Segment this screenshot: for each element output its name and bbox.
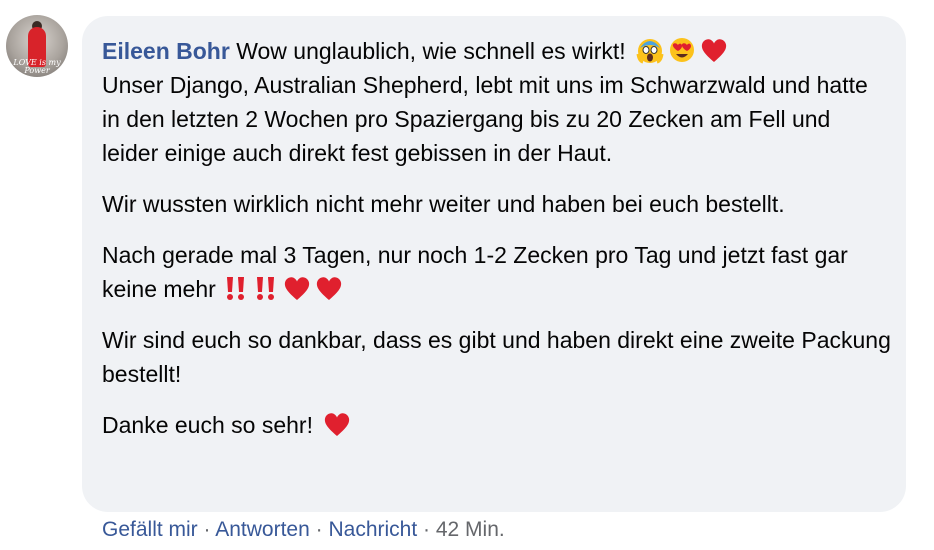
like-link[interactable]: Gefällt mir bbox=[102, 518, 198, 541]
red-heart-icon bbox=[700, 36, 728, 64]
double-exclamation-icon bbox=[223, 274, 249, 302]
red-heart-icon bbox=[283, 274, 311, 302]
avatar[interactable]: LOVE is my Power bbox=[6, 15, 68, 77]
separator: · bbox=[423, 518, 431, 541]
comment-line-1: Eileen Bohr Wow unglaublich, wie schnell… bbox=[102, 34, 892, 68]
avatar-caption: LOVE is my Power bbox=[13, 58, 61, 75]
comment-paragraph-1: Unser Django, Australian Shepherd, lebt … bbox=[102, 72, 868, 166]
comment-paragraph-4: Wir sind euch so dankbar, dass es gibt u… bbox=[102, 327, 891, 387]
comment-first-line-text: Wow unglaublich, wie schnell es wirkt! bbox=[236, 38, 626, 64]
face-screaming-icon bbox=[636, 36, 664, 64]
double-exclamation-icon bbox=[253, 274, 279, 302]
reply-link[interactable]: Antworten bbox=[215, 518, 310, 541]
heart-eyes-icon bbox=[668, 36, 696, 64]
comment-author[interactable]: Eileen Bohr bbox=[102, 38, 230, 64]
comment-text: Eileen Bohr Wow unglaublich, wie schnell… bbox=[102, 34, 892, 442]
comment-paragraph-5-text: Danke euch so sehr! bbox=[102, 412, 313, 438]
timestamp[interactable]: 42 Min. bbox=[436, 518, 505, 541]
red-heart-icon bbox=[315, 274, 343, 302]
separator: · bbox=[203, 518, 211, 541]
comment-paragraph-3-text: Nach gerade mal 3 Tagen, nur noch 1-2 Ze… bbox=[102, 242, 848, 302]
comment-actions: Gefällt mir · Antworten · Nachricht · 42… bbox=[102, 515, 505, 545]
comment-paragraph-3: Nach gerade mal 3 Tagen, nur noch 1-2 Ze… bbox=[102, 238, 892, 306]
message-link[interactable]: Nachricht bbox=[328, 518, 417, 541]
comment-bubble: Eileen Bohr Wow unglaublich, wie schnell… bbox=[82, 16, 906, 512]
comment-paragraph-5: Danke euch so sehr! bbox=[102, 408, 892, 442]
separator: · bbox=[315, 518, 323, 541]
red-heart-icon bbox=[323, 410, 351, 438]
comment-paragraph-2: Wir wussten wirklich nicht mehr weiter u… bbox=[102, 191, 785, 217]
